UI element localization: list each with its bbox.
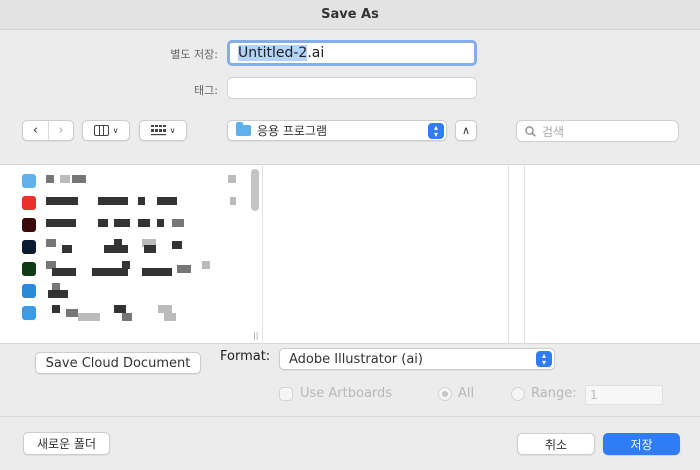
search-icon [525,125,536,137]
chevron-up-icon: ∧ [461,124,471,137]
format-stepper-icon[interactable]: ▴ ▾ [536,351,552,367]
group-view-button[interactable]: ∨ [139,120,187,141]
all-label: All [458,386,475,401]
list-item[interactable] [22,217,247,233]
tags-input[interactable] [227,77,477,99]
save-cloud-document-button[interactable]: Save Cloud Document [35,352,201,374]
list-item[interactable] [22,305,247,321]
app-icon [22,284,36,298]
back-forward-group: ‹ › [22,120,74,141]
enclosing-folder-button[interactable]: ∧ [455,120,477,141]
save-as-dialog: Save As 별도 저장: Untitled-2.ai 태그: ‹ › ∨ ∨… [0,0,700,470]
tags-label: 태그: [194,84,218,97]
app-icon [22,174,36,188]
file-name-input[interactable]: Untitled-2.ai [227,40,477,66]
list-item[interactable] [22,195,247,211]
format-popup[interactable]: Adobe Illustrator (ai) [279,348,555,370]
save-as-label: 별도 저장: [170,48,218,61]
list-item[interactable] [22,239,247,255]
use-artboards-label: Use Artboards [300,386,393,401]
search-input[interactable]: 검색 [516,120,679,142]
file-name-extension: .ai [307,45,325,61]
footer-divider [0,416,700,417]
location-label: 응용 프로그램 [257,124,328,138]
back-button[interactable]: ‹ [23,121,48,140]
cancel-button[interactable]: 취소 [517,433,595,455]
file-browser[interactable]: || [0,164,700,345]
app-icon [22,218,36,232]
use-artboards-checkbox[interactable] [279,387,293,401]
forward-button[interactable]: › [47,121,73,140]
app-icon [22,262,36,276]
all-radio[interactable] [438,387,452,401]
search-placeholder: 검색 [542,124,565,139]
range-input[interactable]: 1 [585,385,663,405]
column-divider [508,165,509,345]
range-label: Range: [531,386,577,401]
chevron-right-icon: › [58,123,64,138]
column-resize-handle[interactable]: || [253,331,258,340]
column-divider [524,165,525,345]
save-button[interactable]: 저장 [603,433,680,455]
file-name-selected-text: Untitled-2 [238,45,308,61]
grid-view-icon [150,125,166,136]
app-icon [22,196,36,210]
browser-scrollbar[interactable] [251,169,259,211]
column-view-button[interactable]: ∨ [82,120,130,141]
chevron-left-icon: ‹ [32,123,39,138]
list-item[interactable] [22,173,247,189]
column-divider [262,165,263,345]
chevron-down-icon: ∨ [112,126,119,135]
applications-folder-icon [236,122,251,136]
location-stepper-icon[interactable]: ▴ ▾ [428,123,444,139]
chevron-down-icon: ∨ [169,126,176,135]
range-radio[interactable] [511,387,525,401]
list-item[interactable] [22,261,247,277]
location-popup[interactable]: 응용 프로그램 [227,120,447,141]
app-icon [22,240,36,254]
new-folder-button[interactable]: 새로운 폴더 [23,432,110,455]
app-icon [22,306,36,320]
format-label: Format: [220,349,271,364]
list-item[interactable] [22,283,247,299]
dialog-title: Save As [0,0,700,30]
columns-view-icon [93,125,109,136]
